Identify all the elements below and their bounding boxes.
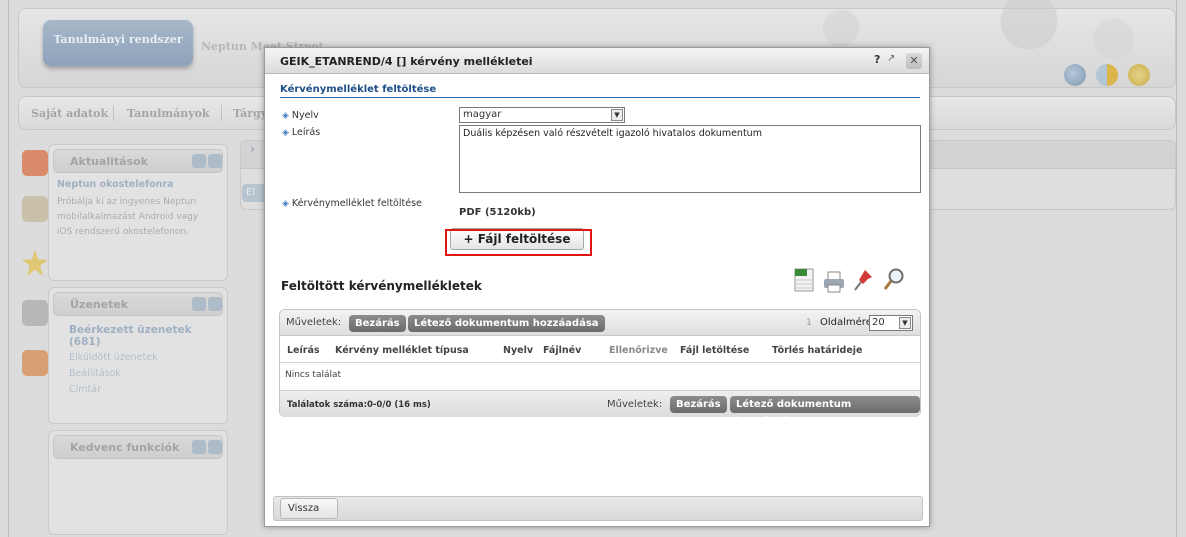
- column-header[interactable]: Fájl letöltése: [680, 345, 749, 356]
- attachments-grid: Műveletek: Bezárás Létező dokumentum hoz…: [279, 309, 921, 427]
- search-icon[interactable]: [883, 267, 905, 293]
- page-frame-left: [8, 0, 9, 537]
- news-item-text: mobilalkalmazást Android vagy: [57, 212, 199, 222]
- pin-icon[interactable]: [853, 267, 875, 293]
- smiley-icon[interactable]: [1128, 64, 1150, 86]
- panel-favorites-title: Kedvenc funkciók: [70, 441, 180, 454]
- description-label: ◈ Leírás: [282, 127, 321, 138]
- print-icon[interactable]: [823, 267, 845, 293]
- news-item-text: iOS rendszerű okostelefonon.: [57, 227, 189, 237]
- modal-footer: Vissza: [273, 496, 923, 521]
- panel-news: Aktualitások Neptun okostelefonra Próbál…: [48, 144, 228, 281]
- chevron-down-icon: ▼: [899, 317, 911, 329]
- close-icon[interactable]: [208, 440, 222, 454]
- page-size-select[interactable]: 20 ▼: [869, 315, 913, 331]
- panel-news-header: Aktualitások: [53, 149, 223, 173]
- close-button[interactable]: Bezárás: [349, 315, 406, 332]
- page-frame-right: [1176, 0, 1177, 537]
- column-header[interactable]: Fájlnév: [543, 345, 581, 356]
- upload-section-title: Kérvénymelléklet feltöltése: [280, 84, 920, 98]
- refresh-icon[interactable]: [192, 297, 206, 311]
- refresh-icon[interactable]: [192, 440, 206, 454]
- highlight-box: [445, 229, 592, 256]
- add-existing-document-button[interactable]: Létező dokumentum hozzáadása: [730, 396, 920, 427]
- back-button[interactable]: Vissza: [280, 498, 338, 519]
- pie-icon[interactable]: [1096, 64, 1118, 86]
- diamond-bullet-icon: ◈: [282, 111, 289, 121]
- close-icon[interactable]: [208, 297, 222, 311]
- letter-a-icon[interactable]: [22, 150, 48, 176]
- excel-export-icon[interactable]: [793, 267, 815, 293]
- file-type-info: PDF (5120kb): [459, 207, 536, 218]
- close-button[interactable]: Bezárás: [670, 396, 727, 413]
- header-icons: [1064, 64, 1150, 86]
- description-textarea[interactable]: Duális képzésen való részvételt igazoló …: [459, 125, 921, 193]
- chevron-right-icon[interactable]: ›: [250, 142, 255, 156]
- close-icon[interactable]: [208, 154, 222, 168]
- attachments-modal: GEIK_ETANREND/4 [] kérvény mellékletei ?…: [264, 47, 930, 527]
- messages-inbox-link[interactable]: Beérkezett üzenetek (681): [49, 320, 227, 350]
- diamond-bullet-icon: ◈: [282, 128, 289, 138]
- popout-icon[interactable]: ↗: [887, 53, 895, 64]
- star-icon[interactable]: [22, 250, 48, 276]
- column-header[interactable]: Törlés határideje: [772, 345, 862, 356]
- news-item-text: Próbálja ki az ingyenes Neptun: [57, 197, 197, 207]
- add-existing-document-button[interactable]: Létező dokumentum hozzáadása: [408, 315, 605, 332]
- close-icon[interactable]: ✕: [906, 53, 922, 69]
- modal-titlebar[interactable]: GEIK_ETANREND/4 [] kérvény mellékletei ?…: [265, 48, 929, 74]
- messages-sent-link[interactable]: Elküldött üzenetek: [49, 350, 227, 366]
- column-header[interactable]: Kérvény melléklet típusa: [335, 345, 469, 356]
- menu-tanulmanyok[interactable]: Tanulmányok: [127, 107, 210, 120]
- news-item-title[interactable]: Neptun okostelefonra: [49, 177, 227, 193]
- messages-settings-link[interactable]: Beállítások: [49, 366, 227, 382]
- menu-separator: [221, 105, 222, 121]
- grid-header-row: Leírás Kérvény melléklet típusa Nyelv Fá…: [280, 337, 920, 363]
- panel-favorites: Kedvenc funkciók: [48, 430, 228, 535]
- calendar-icon[interactable]: [22, 300, 48, 326]
- diamond-bullet-icon: ◈: [282, 199, 289, 209]
- panel-messages-header: Üzenetek: [53, 292, 223, 316]
- grid-top-toolbar: Műveletek: Bezárás Létező dokumentum hoz…: [280, 310, 920, 336]
- refresh-icon[interactable]: [192, 154, 206, 168]
- menu-separator: [113, 105, 114, 121]
- panel-messages: Üzenetek Beérkezett üzenetek (681) Elkül…: [48, 287, 228, 424]
- column-header[interactable]: Leírás: [287, 345, 320, 356]
- uploaded-attachments-title: Feltöltött kérvénymellékletek: [281, 279, 482, 293]
- no-results-text: Nincs találat: [285, 370, 342, 380]
- language-label: ◈ Nyelv: [282, 110, 319, 121]
- menu-targy[interactable]: Tárgy: [233, 107, 267, 120]
- help-icon[interactable]: ?: [874, 53, 880, 66]
- chevron-down-icon: ▼: [611, 109, 623, 121]
- column-header[interactable]: Nyelv: [503, 345, 533, 356]
- grid-footer: Találatok száma:0-0/0 (16 ms) Műveletek:…: [280, 390, 920, 427]
- column-header[interactable]: Ellenőrizve: [609, 345, 668, 356]
- page-size-label: Oldalméret: [820, 317, 876, 328]
- messages-directory-link[interactable]: Címtár: [49, 382, 227, 398]
- modal-title: GEIK_ETANREND/4 [] kérvény mellékletei: [280, 55, 533, 68]
- grid-actions-label: Műveletek:: [286, 317, 342, 328]
- grid-actions-label: Műveletek:: [607, 399, 663, 410]
- panel-favorites-header: Kedvenc funkciók: [53, 435, 223, 459]
- results-count: Találatok száma:0-0/0 (16 ms): [287, 400, 431, 410]
- menu-sajat-adatok[interactable]: Saját adatok: [31, 107, 108, 120]
- home-icon[interactable]: [22, 196, 48, 222]
- tanulmanyi-rendszer-tab[interactable]: Tanulmányi rendszer: [43, 20, 193, 66]
- panel-news-title: Aktualitások: [70, 155, 148, 168]
- chat-icon[interactable]: [22, 350, 48, 376]
- upload-label: ◈ Kérvénymelléklet feltöltése: [282, 198, 422, 209]
- grid-toolbar-icons: [793, 267, 905, 293]
- page-number[interactable]: 1: [803, 318, 815, 330]
- panel-messages-title: Üzenetek: [70, 298, 129, 311]
- language-select[interactable]: magyar ▼: [459, 107, 625, 123]
- globe-icon[interactable]: [1064, 64, 1086, 86]
